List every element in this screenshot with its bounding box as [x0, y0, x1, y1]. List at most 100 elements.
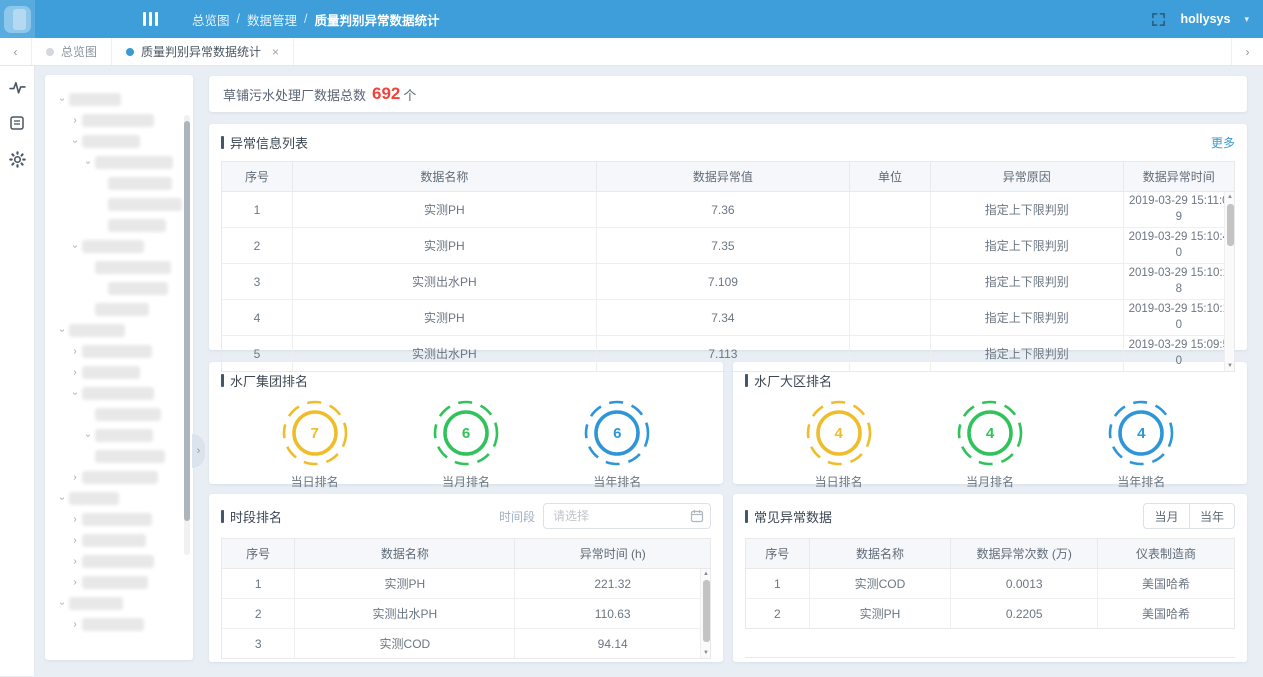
chevron-right-icon[interactable]: › — [68, 367, 82, 378]
activity-icon[interactable] — [8, 78, 26, 96]
tabs-scroll-right-icon[interactable]: › — [1231, 38, 1263, 65]
tree-node[interactable]: › — [53, 131, 183, 152]
more-link[interactable]: 更多 — [1211, 134, 1235, 151]
scroll-down-icon[interactable]: ▼ — [701, 648, 711, 658]
common-table: 序号数据名称数据异常次数 (万)仪表制造商 1实测COD0.0013美国哈希2实… — [745, 538, 1235, 629]
chevron-right-icon[interactable]: › — [68, 577, 82, 588]
scroll-down-icon[interactable]: ▼ — [1225, 361, 1235, 371]
app-logo[interactable] — [4, 6, 31, 33]
table-cell: 7.34 — [596, 300, 849, 336]
chevron-down-icon[interactable]: › — [57, 324, 68, 338]
chevron-right-icon[interactable]: › — [68, 115, 82, 126]
tree-node-label-redacted — [95, 303, 149, 316]
tab-overview[interactable]: 总览图 — [32, 38, 112, 65]
tree-node[interactable]: › — [53, 320, 183, 341]
table-cell: 实测COD — [809, 569, 951, 599]
chevron-down-icon[interactable]: › — [70, 135, 81, 149]
chevron-down-icon[interactable]: › — [57, 597, 68, 611]
current-month-button[interactable]: 当月 — [1143, 503, 1189, 529]
tree-node[interactable]: › — [53, 152, 183, 173]
document-icon[interactable] — [8, 114, 26, 132]
breadcrumb-separator: / — [304, 12, 307, 26]
table-cell: 2019-03-29 15:11:09 — [1123, 192, 1234, 228]
tree-node[interactable]: › — [53, 614, 183, 635]
tree-node[interactable]: › — [53, 488, 183, 509]
table-row: 1实测COD0.0013美国哈希 — [746, 569, 1235, 599]
table-cell: 实测出水PH — [292, 264, 596, 300]
calendar-icon[interactable] — [690, 509, 704, 523]
breadcrumb-item[interactable]: 数据管理 — [247, 10, 297, 29]
tree-node[interactable]: › — [53, 89, 183, 110]
column-header: 异常原因 — [931, 162, 1123, 192]
tree-node[interactable] — [53, 194, 183, 215]
fullscreen-icon[interactable] — [1151, 12, 1166, 27]
tree-node[interactable] — [53, 299, 183, 320]
scrollbar-thumb[interactable] — [703, 580, 710, 642]
chevron-right-icon[interactable]: › — [68, 514, 82, 525]
tree-node[interactable]: › — [53, 383, 183, 404]
table-scrollbar[interactable]: ▲ ▼ — [700, 569, 710, 658]
tree-node[interactable]: › — [53, 362, 183, 383]
chevron-down-icon[interactable]: › — [70, 387, 81, 401]
tree-node[interactable] — [53, 404, 183, 425]
tree-node[interactable]: › — [53, 572, 183, 593]
sidebar: ›››››››››››››››››› › — [35, 66, 197, 676]
tree-node-label-redacted — [108, 177, 172, 190]
current-year-button[interactable]: 当年 — [1189, 503, 1235, 529]
ranking-value: 6 — [583, 399, 651, 467]
plant-district-ranking-card: 水厂大区排名 4 当日排名 — [733, 362, 1247, 484]
chevron-down-icon[interactable]: › — [83, 156, 94, 170]
chevron-down-icon[interactable]: › — [57, 492, 68, 506]
tree-node[interactable]: › — [53, 593, 183, 614]
tree-node[interactable]: › — [53, 425, 183, 446]
table-cell: 2019-03-29 15:09:50 — [1123, 336, 1234, 372]
tree-node[interactable]: › — [53, 467, 183, 488]
chevron-right-icon[interactable]: › — [68, 472, 82, 483]
table-cell: 5 — [222, 336, 293, 372]
tree-node[interactable]: › — [53, 341, 183, 362]
chevron-right-icon[interactable]: › — [68, 346, 82, 357]
tree-scrollbar[interactable] — [184, 115, 190, 555]
tree-node[interactable] — [53, 173, 183, 194]
gear-icon[interactable] — [8, 150, 26, 168]
user-menu[interactable]: hollysys — [1180, 12, 1230, 26]
chevron-right-icon[interactable]: › — [68, 535, 82, 546]
menu-icon[interactable] — [143, 12, 158, 26]
tree-node[interactable]: › — [53, 509, 183, 530]
table-scrollbar[interactable]: ▲ ▼ — [1224, 192, 1234, 371]
chevron-right-icon[interactable]: › — [68, 619, 82, 630]
chevron-down-icon[interactable]: › — [83, 429, 94, 443]
column-header: 数据名称 — [809, 539, 951, 569]
tree-node[interactable] — [53, 215, 183, 236]
chevron-down-icon[interactable]: ▾ — [1244, 14, 1249, 25]
chevron-down-icon[interactable]: › — [70, 240, 81, 254]
ranking-circle: 6 — [583, 399, 651, 467]
ranking-circle: 4 — [805, 399, 873, 467]
tree-node[interactable]: › — [53, 110, 183, 131]
scrollbar-thumb[interactable] — [1227, 204, 1234, 246]
tree-node[interactable] — [53, 257, 183, 278]
tree-scrollbar-thumb[interactable] — [184, 121, 190, 521]
chevron-right-icon[interactable]: › — [68, 556, 82, 567]
time-range-input[interactable] — [543, 503, 711, 529]
tree-node[interactable] — [53, 446, 183, 467]
tree-node-label-redacted — [95, 429, 153, 442]
tree-node[interactable]: › — [53, 236, 183, 257]
table-cell — [850, 336, 931, 372]
close-icon[interactable]: × — [272, 45, 279, 59]
tree-node-label-redacted — [108, 282, 168, 295]
table-cell: 110.63 — [515, 599, 711, 629]
scroll-up-icon[interactable]: ▲ — [701, 569, 711, 579]
tab-quality-abnormal-stats[interactable]: 质量判别异常数据统计 × — [112, 38, 294, 65]
tabs-scroll-left-icon[interactable]: ‹ — [0, 38, 32, 65]
breadcrumb-item[interactable]: 总览图 — [192, 10, 230, 29]
chevron-down-icon[interactable]: › — [57, 93, 68, 107]
tree-node-label-redacted — [82, 240, 144, 253]
scroll-up-icon[interactable]: ▲ — [1225, 192, 1235, 202]
ranking-item: 4 当年排名 — [1091, 399, 1191, 490]
table-cell: 美国哈希 — [1098, 569, 1235, 599]
tree-node[interactable] — [53, 278, 183, 299]
tree-node[interactable]: › — [53, 530, 183, 551]
table-cell: 1 — [222, 569, 295, 599]
tree-node[interactable]: › — [53, 551, 183, 572]
